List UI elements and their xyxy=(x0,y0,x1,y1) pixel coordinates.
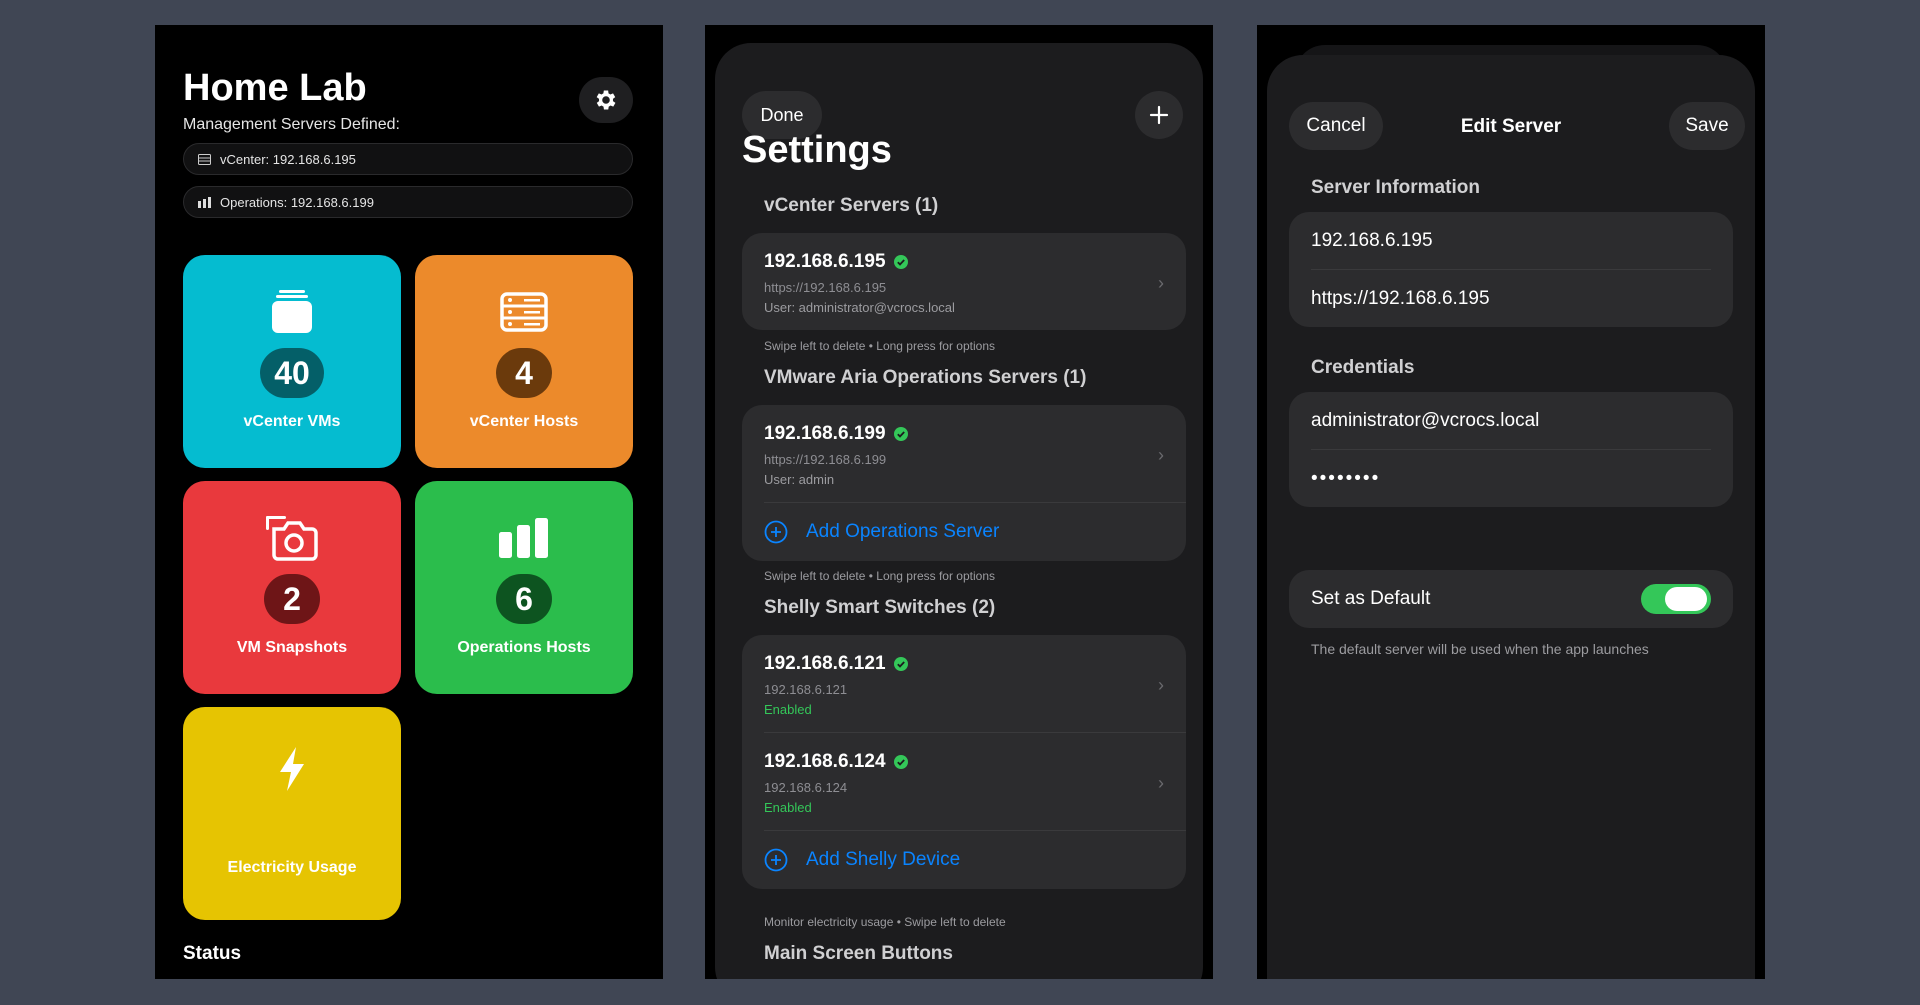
tile-label: vCenter Hosts xyxy=(469,413,579,430)
server-rack-icon xyxy=(500,292,548,332)
shelly-hint: Monitor electricity usage • Swipe left t… xyxy=(764,915,1006,929)
vm-stack-icon xyxy=(272,290,312,333)
device-state: Enabled xyxy=(764,800,812,815)
tile-label: Operations Hosts xyxy=(457,639,591,656)
vcenter-server-row[interactable]: 192.168.6.195 https://192.168.6.195 User… xyxy=(742,233,1186,330)
aria-section-heading: VMware Aria Operations Servers (1) xyxy=(764,367,1087,388)
device-address: 192.168.6.124 xyxy=(764,780,848,795)
shelly-device-row[interactable]: 192.168.6.121 192.168.6.121 Enabled › xyxy=(742,635,1186,732)
status-heading: Status xyxy=(183,943,242,964)
server-icon xyxy=(198,153,211,165)
credentials-card: administrator@vcrocs.local •••••••• xyxy=(1289,392,1733,507)
server-user: User: administrator@vcrocs.local xyxy=(764,300,955,315)
main-buttons-heading: Main Screen Buttons xyxy=(764,943,953,964)
edit-server-sheet: Cancel Edit Server Save Server Informati… xyxy=(1267,55,1755,979)
vcenter-hosts-tile[interactable]: 4 vCenter Hosts xyxy=(415,255,633,468)
servers-subtitle: Management Servers Defined: xyxy=(183,116,400,133)
vm-count: 40 xyxy=(260,348,324,398)
operations-server-label: Operations: 192.168.6.199 xyxy=(220,194,374,210)
credentials-heading: Credentials xyxy=(1311,357,1415,378)
edit-server-screen: Cancel Edit Server Save Server Informati… xyxy=(1257,25,1765,979)
default-hint: The default server will be used when the… xyxy=(1311,641,1649,657)
bar-chart-icon xyxy=(198,196,211,208)
vm-snapshots-tile[interactable]: 2 VM Snapshots xyxy=(183,481,401,694)
connected-check-icon xyxy=(893,255,908,269)
home-screen: Home Lab Management Servers Defined: vCe… xyxy=(155,25,663,979)
username-field[interactable]: administrator@vcrocs.local xyxy=(1289,392,1733,449)
electricity-usage-tile[interactable]: Electricity Usage xyxy=(183,707,401,920)
add-button[interactable] xyxy=(1135,91,1183,139)
snapshot-count: 2 xyxy=(264,574,320,624)
add-shelly-device-label: Add Shelly Device xyxy=(806,849,961,870)
server-user: User: admin xyxy=(764,472,835,487)
vcenter-section-heading: vCenter Servers (1) xyxy=(764,195,939,216)
plus-icon xyxy=(1149,105,1169,125)
password-field[interactable]: •••••••• xyxy=(1289,450,1733,507)
settings-screen: Done Settings vCenter Servers (1) 192.16… xyxy=(705,25,1213,979)
lightning-bolt-icon xyxy=(280,747,304,791)
add-circle-icon xyxy=(764,520,788,544)
vcenter-server-label: vCenter: 192.168.6.195 xyxy=(220,151,356,167)
default-card: Set as Default xyxy=(1289,570,1733,628)
gear-icon xyxy=(596,90,616,110)
host-count: 4 xyxy=(496,348,552,398)
vcenter-vms-tile[interactable]: 40 vCenter VMs xyxy=(183,255,401,468)
server-ip: 192.168.6.199 xyxy=(764,423,886,444)
camera-icon xyxy=(266,516,318,561)
connected-check-icon xyxy=(893,755,908,769)
device-ip: 192.168.6.121 xyxy=(764,653,886,674)
add-circle-icon xyxy=(764,848,788,872)
save-button[interactable]: Save xyxy=(1669,102,1745,150)
server-ip: 192.168.6.195 xyxy=(764,251,886,272)
bar-chart-icon xyxy=(499,518,548,558)
shelly-section-heading: Shelly Smart Switches (2) xyxy=(764,597,996,618)
operations-hosts-tile[interactable]: 6 Operations Hosts xyxy=(415,481,633,694)
url-field[interactable]: https://192.168.6.195 xyxy=(1289,270,1733,327)
shelly-devices-card: 192.168.6.121 192.168.6.121 Enabled › 19… xyxy=(742,635,1186,889)
chevron-right-icon: › xyxy=(1158,445,1164,465)
shelly-device-row[interactable]: 192.168.6.124 192.168.6.124 Enabled › xyxy=(742,733,1186,830)
tile-label: Electricity Usage xyxy=(227,859,357,876)
chevron-right-icon: › xyxy=(1158,273,1164,293)
page-title: Home Lab xyxy=(183,67,367,109)
toggle-knob xyxy=(1665,587,1707,611)
device-state: Enabled xyxy=(764,702,812,717)
set-default-toggle[interactable] xyxy=(1641,584,1711,614)
aria-hint: Swipe left to delete • Long press for op… xyxy=(764,569,996,583)
tile-label: VM Snapshots xyxy=(236,639,348,656)
vcenter-server-pill: vCenter: 192.168.6.195 xyxy=(183,143,633,175)
add-operations-server-label: Add Operations Server xyxy=(806,521,1000,542)
device-address: 192.168.6.121 xyxy=(764,682,848,697)
server-info-heading: Server Information xyxy=(1311,177,1480,198)
aria-servers-card: 192.168.6.199 https://192.168.6.199 User… xyxy=(742,405,1186,561)
server-url: https://192.168.6.195 xyxy=(764,280,887,295)
aria-server-row[interactable]: 192.168.6.199 https://192.168.6.199 User… xyxy=(742,405,1186,502)
operations-server-pill: Operations: 192.168.6.199 xyxy=(183,186,633,218)
tile-label: vCenter VMs xyxy=(243,413,341,430)
server-info-card: 192.168.6.195 https://192.168.6.195 xyxy=(1289,212,1733,327)
settings-sheet: Done Settings vCenter Servers (1) 192.16… xyxy=(715,43,1203,979)
add-shelly-device-button[interactable]: Add Shelly Device xyxy=(742,831,1186,889)
operations-host-count: 6 xyxy=(496,574,552,624)
device-ip: 192.168.6.124 xyxy=(764,751,886,772)
page-title: Settings xyxy=(742,129,892,171)
connected-check-icon xyxy=(893,427,908,441)
settings-button[interactable] xyxy=(579,77,633,123)
chevron-right-icon: › xyxy=(1158,773,1164,793)
vcenter-hint: Swipe left to delete • Long press for op… xyxy=(764,339,996,353)
chevron-right-icon: › xyxy=(1158,675,1164,695)
host-field[interactable]: 192.168.6.195 xyxy=(1289,212,1733,269)
server-url: https://192.168.6.199 xyxy=(764,452,887,467)
vcenter-servers-card: 192.168.6.195 https://192.168.6.195 User… xyxy=(742,233,1186,330)
connected-check-icon xyxy=(893,657,908,671)
add-operations-server-button[interactable]: Add Operations Server xyxy=(742,503,1186,561)
